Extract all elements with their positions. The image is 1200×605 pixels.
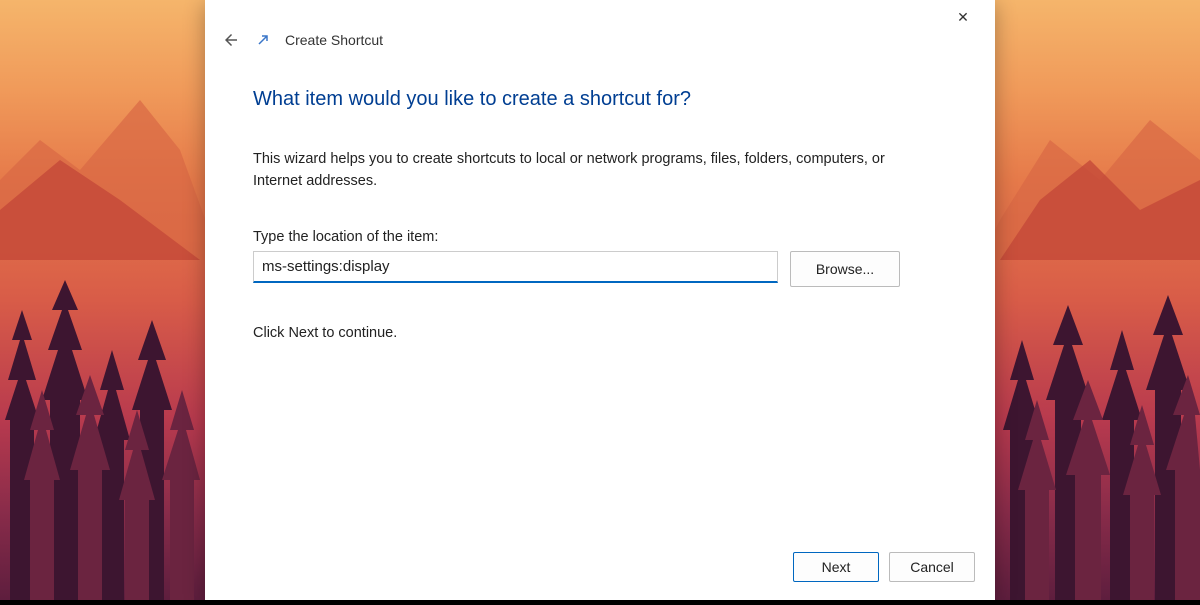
arrow-left-icon bbox=[222, 31, 240, 49]
wizard-heading: What item would you like to create a sho… bbox=[253, 88, 947, 111]
location-label: Type the location of the item: bbox=[253, 229, 947, 245]
create-shortcut-dialog: ✕ Create Shortcut What item would you li… bbox=[205, 0, 995, 600]
dialog-header: Create Shortcut bbox=[205, 0, 995, 60]
shortcut-icon bbox=[257, 34, 269, 46]
continue-instruction: Click Next to continue. bbox=[253, 325, 947, 341]
dialog-body: What item would you like to create a sho… bbox=[205, 60, 995, 540]
dialog-title: Create Shortcut bbox=[285, 32, 383, 48]
location-input[interactable] bbox=[253, 251, 778, 283]
location-row: Browse... bbox=[253, 251, 947, 287]
close-icon: ✕ bbox=[957, 9, 969, 26]
browse-button[interactable]: Browse... bbox=[790, 251, 900, 287]
back-button[interactable] bbox=[221, 30, 241, 50]
wizard-description: This wizard helps you to create shortcut… bbox=[253, 149, 913, 193]
next-button[interactable]: Next bbox=[793, 552, 879, 582]
cancel-button[interactable]: Cancel bbox=[889, 552, 975, 582]
close-button[interactable]: ✕ bbox=[943, 2, 983, 32]
dialog-footer: Next Cancel bbox=[205, 540, 995, 600]
